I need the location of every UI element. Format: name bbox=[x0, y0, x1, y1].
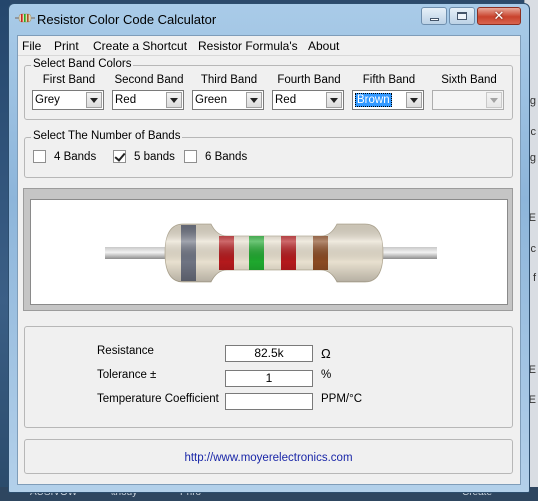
chevron-down-icon[interactable] bbox=[326, 92, 342, 108]
maximize-button[interactable] bbox=[449, 7, 475, 25]
app-window: Resistor Color Code Calculator ✕ File Pr… bbox=[8, 3, 530, 493]
four-bands-label: 4 Bands bbox=[54, 150, 97, 163]
fifth-band-select[interactable]: Brown bbox=[352, 90, 424, 110]
band-count-group: Select The Number of Bands 4 Bands 5 ban… bbox=[24, 130, 513, 178]
fifth-band-label: Fifth Band bbox=[362, 74, 416, 86]
maximize-icon bbox=[457, 12, 467, 20]
second-band-column: Second Band Red bbox=[112, 74, 186, 110]
six-bands-checkbox[interactable] bbox=[184, 150, 197, 163]
five-bands-label: 5 bands bbox=[134, 150, 175, 163]
fourth-band-label: Fourth Band bbox=[277, 74, 341, 86]
third-band-column: Third Band Green bbox=[192, 74, 266, 110]
fifth-band-value: Brown bbox=[355, 93, 392, 107]
website-link[interactable]: http://www.moyerelectronics.com bbox=[25, 452, 512, 464]
third-band-select[interactable]: Green bbox=[192, 90, 264, 110]
title-bar[interactable]: Resistor Color Code Calculator ✕ bbox=[9, 4, 529, 34]
close-icon: ✕ bbox=[493, 8, 505, 24]
six-bands-option[interactable]: 6 Bands bbox=[184, 150, 247, 163]
first-band-label: First Band bbox=[42, 74, 96, 86]
menu-create-shortcut[interactable]: Create a Shortcut bbox=[93, 39, 187, 53]
menu-resistor-formulas[interactable]: Resistor Formula's bbox=[198, 39, 298, 53]
sixth-band-select bbox=[432, 90, 504, 110]
background-text: g bbox=[529, 95, 536, 107]
chevron-down-icon[interactable] bbox=[246, 92, 262, 108]
fourth-band-column: Fourth Band Red bbox=[272, 74, 346, 110]
menu-bar: File Print Create a Shortcut Resistor Fo… bbox=[18, 36, 520, 56]
chevron-down-icon[interactable] bbox=[406, 92, 422, 108]
menu-print[interactable]: Print bbox=[54, 39, 79, 53]
resistance-label: Resistance bbox=[97, 345, 154, 357]
band-colors-group-label: Select Band Colors bbox=[31, 58, 134, 70]
third-band-value: Green bbox=[195, 94, 227, 106]
tolerance-label: Tolerance ± bbox=[97, 369, 157, 381]
tolerance-unit: % bbox=[321, 369, 332, 381]
resistor-shading bbox=[165, 224, 383, 282]
background-text: f bbox=[532, 272, 536, 284]
window-title: Resistor Color Code Calculator bbox=[37, 12, 217, 27]
resistor-display bbox=[30, 199, 508, 305]
band-colors-group: Select Band Colors First Band Grey Secon… bbox=[24, 58, 513, 120]
results-group: Resistance 82.5k Ω Tolerance ± 1 % Tempe… bbox=[24, 326, 513, 428]
fifth-band-column: Fifth Band Brown bbox=[352, 74, 426, 110]
tempco-unit: PPM/°C bbox=[321, 393, 363, 405]
first-band-select[interactable]: Grey bbox=[32, 90, 104, 110]
menu-file[interactable]: File bbox=[22, 39, 41, 53]
second-band-label: Second Band bbox=[114, 74, 184, 86]
resistor-image bbox=[105, 223, 437, 283]
first-band-column: First Band Grey bbox=[32, 74, 106, 110]
minimize-icon bbox=[429, 17, 439, 21]
six-bands-label: 6 Bands bbox=[205, 150, 248, 163]
menu-about[interactable]: About bbox=[308, 39, 339, 53]
five-bands-option[interactable]: 5 bands bbox=[113, 150, 175, 163]
background-text: c bbox=[530, 126, 537, 138]
second-band-value: Red bbox=[115, 94, 137, 106]
band-count-group-label: Select The Number of Bands bbox=[31, 130, 183, 142]
four-bands-option[interactable]: 4 Bands bbox=[33, 150, 96, 163]
tempco-value bbox=[225, 393, 313, 410]
footer-group: http://www.moyerelectronics.com bbox=[24, 439, 513, 474]
sixth-band-column: Sixth Band bbox=[432, 74, 506, 110]
fourth-band-select[interactable]: Red bbox=[272, 90, 344, 110]
third-band-label: Third Band bbox=[200, 74, 258, 86]
five-bands-checkbox[interactable] bbox=[113, 150, 126, 163]
client-area: File Print Create a Shortcut Resistor Fo… bbox=[17, 35, 521, 485]
resistor-app-icon bbox=[15, 13, 35, 23]
chevron-down-icon[interactable] bbox=[166, 92, 182, 108]
chevron-down-icon bbox=[486, 92, 502, 108]
tempco-label: Temperature Coefficient bbox=[97, 393, 219, 405]
resistor-display-panel bbox=[23, 188, 513, 311]
background-text: g bbox=[529, 152, 536, 164]
chevron-down-icon[interactable] bbox=[86, 92, 102, 108]
resistance-unit: Ω bbox=[321, 346, 331, 361]
minimize-button[interactable] bbox=[421, 7, 447, 25]
fourth-band-value: Red bbox=[275, 94, 297, 106]
second-band-select[interactable]: Red bbox=[112, 90, 184, 110]
close-button[interactable]: ✕ bbox=[477, 7, 521, 25]
sixth-band-label: Sixth Band bbox=[441, 74, 497, 86]
four-bands-checkbox[interactable] bbox=[33, 150, 46, 163]
tolerance-value: 1 bbox=[225, 370, 313, 387]
first-band-value: Grey bbox=[35, 94, 60, 106]
resistance-value: 82.5k bbox=[225, 345, 313, 362]
background-text: c bbox=[530, 243, 537, 255]
